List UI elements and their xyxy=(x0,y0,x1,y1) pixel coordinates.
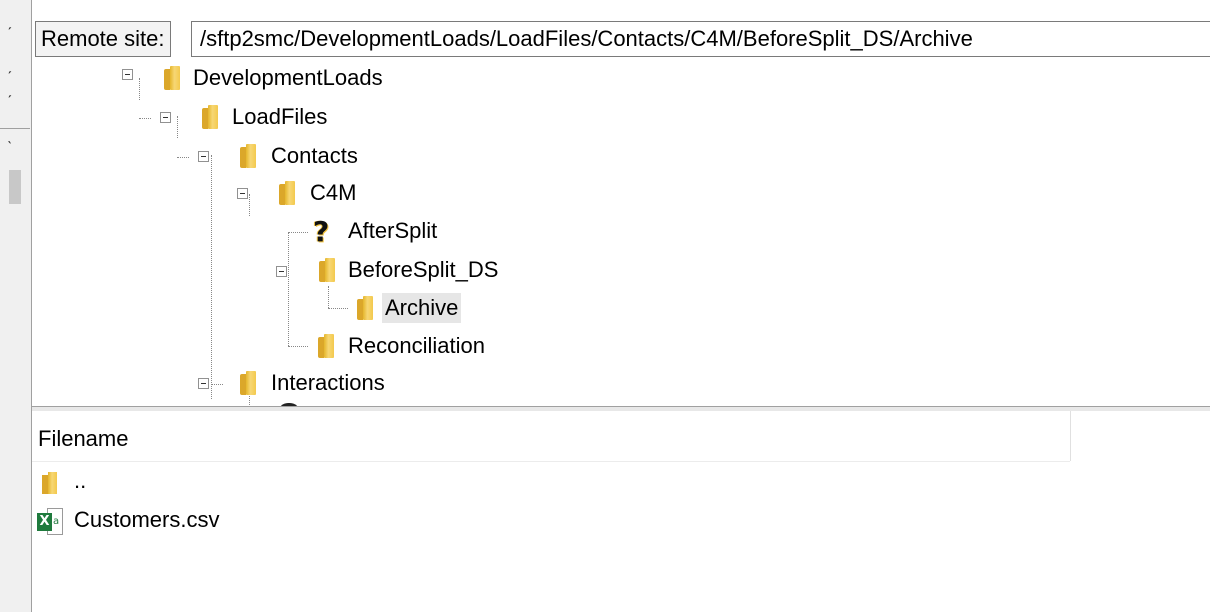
collapse-toggle-icon[interactable] xyxy=(122,69,133,80)
tree-node-label[interactable]: DevelopmentLoads xyxy=(190,63,386,93)
left-pane-fragment: ˊ xyxy=(7,70,13,87)
left-pane-fragment: ˋ xyxy=(7,140,13,157)
folder-icon xyxy=(164,66,180,90)
excel-csv-icon: X a xyxy=(37,508,65,536)
folder-icon xyxy=(357,296,373,320)
collapse-toggle-icon[interactable] xyxy=(237,188,248,199)
remote-site-path-input[interactable]: /sftp2smc/DevelopmentLoads/LoadFiles/Con… xyxy=(191,21,1210,57)
question-mark-icon: ? xyxy=(313,215,330,248)
left-pane-scrollbar[interactable] xyxy=(9,170,21,204)
collapse-toggle-icon[interactable] xyxy=(198,378,209,389)
folder-icon xyxy=(42,472,57,494)
filename-column-header[interactable]: Filename xyxy=(32,411,1070,462)
folder-icon xyxy=(318,334,334,358)
file-name: .. xyxy=(74,468,87,493)
tree-node-label[interactable]: C4M xyxy=(307,178,359,208)
tree-node-label[interactable]: AfterSplit xyxy=(345,216,440,246)
file-row-parent-dir[interactable]: .. xyxy=(32,466,1210,502)
tree-node-label-selected[interactable]: Archive xyxy=(382,293,462,323)
remote-directory-tree: DevelopmentLoads LoadFiles Contacts C4M … xyxy=(32,60,1210,406)
folder-icon xyxy=(279,181,295,205)
tree-node-label[interactable]: Interactions xyxy=(268,368,388,398)
tree-node-label[interactable]: LoadFiles xyxy=(229,102,330,132)
collapse-toggle-icon[interactable] xyxy=(198,151,209,162)
folder-icon xyxy=(319,258,335,282)
folder-icon xyxy=(240,144,256,168)
column-header-label: Filename xyxy=(38,426,129,451)
left-pane-divider xyxy=(0,128,30,129)
folder-icon xyxy=(240,371,256,395)
tree-node-label[interactable]: Contacts xyxy=(268,141,361,171)
left-pane-edge: ˊ ˊ ˊ ˋ xyxy=(0,0,32,612)
remote-file-list: Filename .. X a Customers.csv xyxy=(32,411,1210,612)
file-row-customers-csv[interactable]: X a Customers.csv xyxy=(32,505,1210,541)
tree-node-label[interactable]: Reconciliation xyxy=(345,331,488,361)
column-separator[interactable] xyxy=(1070,411,1071,461)
remote-site-label: Remote site: xyxy=(35,21,171,57)
collapse-toggle-icon[interactable] xyxy=(160,112,171,123)
collapse-toggle-icon[interactable] xyxy=(276,266,287,277)
left-pane-fragment: ˊ xyxy=(7,94,13,111)
folder-icon xyxy=(202,105,218,129)
tree-node-label[interactable]: BeforeSplit_DS xyxy=(345,255,501,285)
file-name: Customers.csv xyxy=(74,507,220,532)
left-pane-fragment: ˊ xyxy=(7,26,13,43)
remote-site-bar: Remote site: /sftp2smc/DevelopmentLoads/… xyxy=(32,16,1210,60)
